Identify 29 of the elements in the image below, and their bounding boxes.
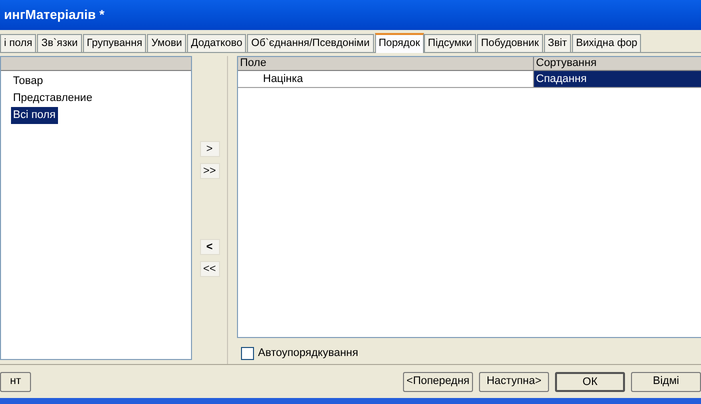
tab[interactable]: Підсумки <box>424 34 476 52</box>
window-title: ингМатеріалів * <box>4 6 104 24</box>
checkbox[interactable] <box>241 346 254 360</box>
checkbox-label: Автоупорядкування <box>258 346 358 361</box>
column-header[interactable]: Поле <box>238 57 534 70</box>
footer-button[interactable]: Відмі <box>631 372 701 392</box>
list-item[interactable]: Всі поля <box>11 107 58 124</box>
tab[interactable]: Зв`язки <box>37 34 82 52</box>
footer-button[interactable]: <Попередня <box>403 372 473 392</box>
footer-button[interactable]: ОК <box>555 372 625 392</box>
tab[interactable]: Побудовник <box>477 34 543 52</box>
tab[interactable]: Порядок <box>374 33 424 53</box>
footer-button[interactable]: Наступна> <box>479 372 549 392</box>
tab[interactable]: Додатково <box>187 34 246 52</box>
tab[interactable]: Об`єднання/Псевдоніми <box>247 34 374 52</box>
tab[interactable]: Звіт <box>544 34 571 52</box>
footer-button[interactable]: нт <box>0 372 31 392</box>
tab[interactable]: Умови <box>147 34 186 52</box>
tab[interactable]: Вихідна фор <box>572 34 642 52</box>
tab[interactable]: Групування <box>82 34 146 52</box>
table-cell: Спадання <box>534 71 701 87</box>
move-button[interactable]: << <box>200 261 220 277</box>
list-item[interactable]: Товар <box>11 73 45 90</box>
move-button[interactable]: > <box>200 141 220 157</box>
tab[interactable]: і поля <box>0 34 36 52</box>
list-item[interactable]: Представление <box>11 90 94 107</box>
move-button[interactable]: >> <box>200 163 220 179</box>
column-header[interactable]: Сортування <box>534 57 701 70</box>
move-button[interactable]: < <box>200 239 220 255</box>
